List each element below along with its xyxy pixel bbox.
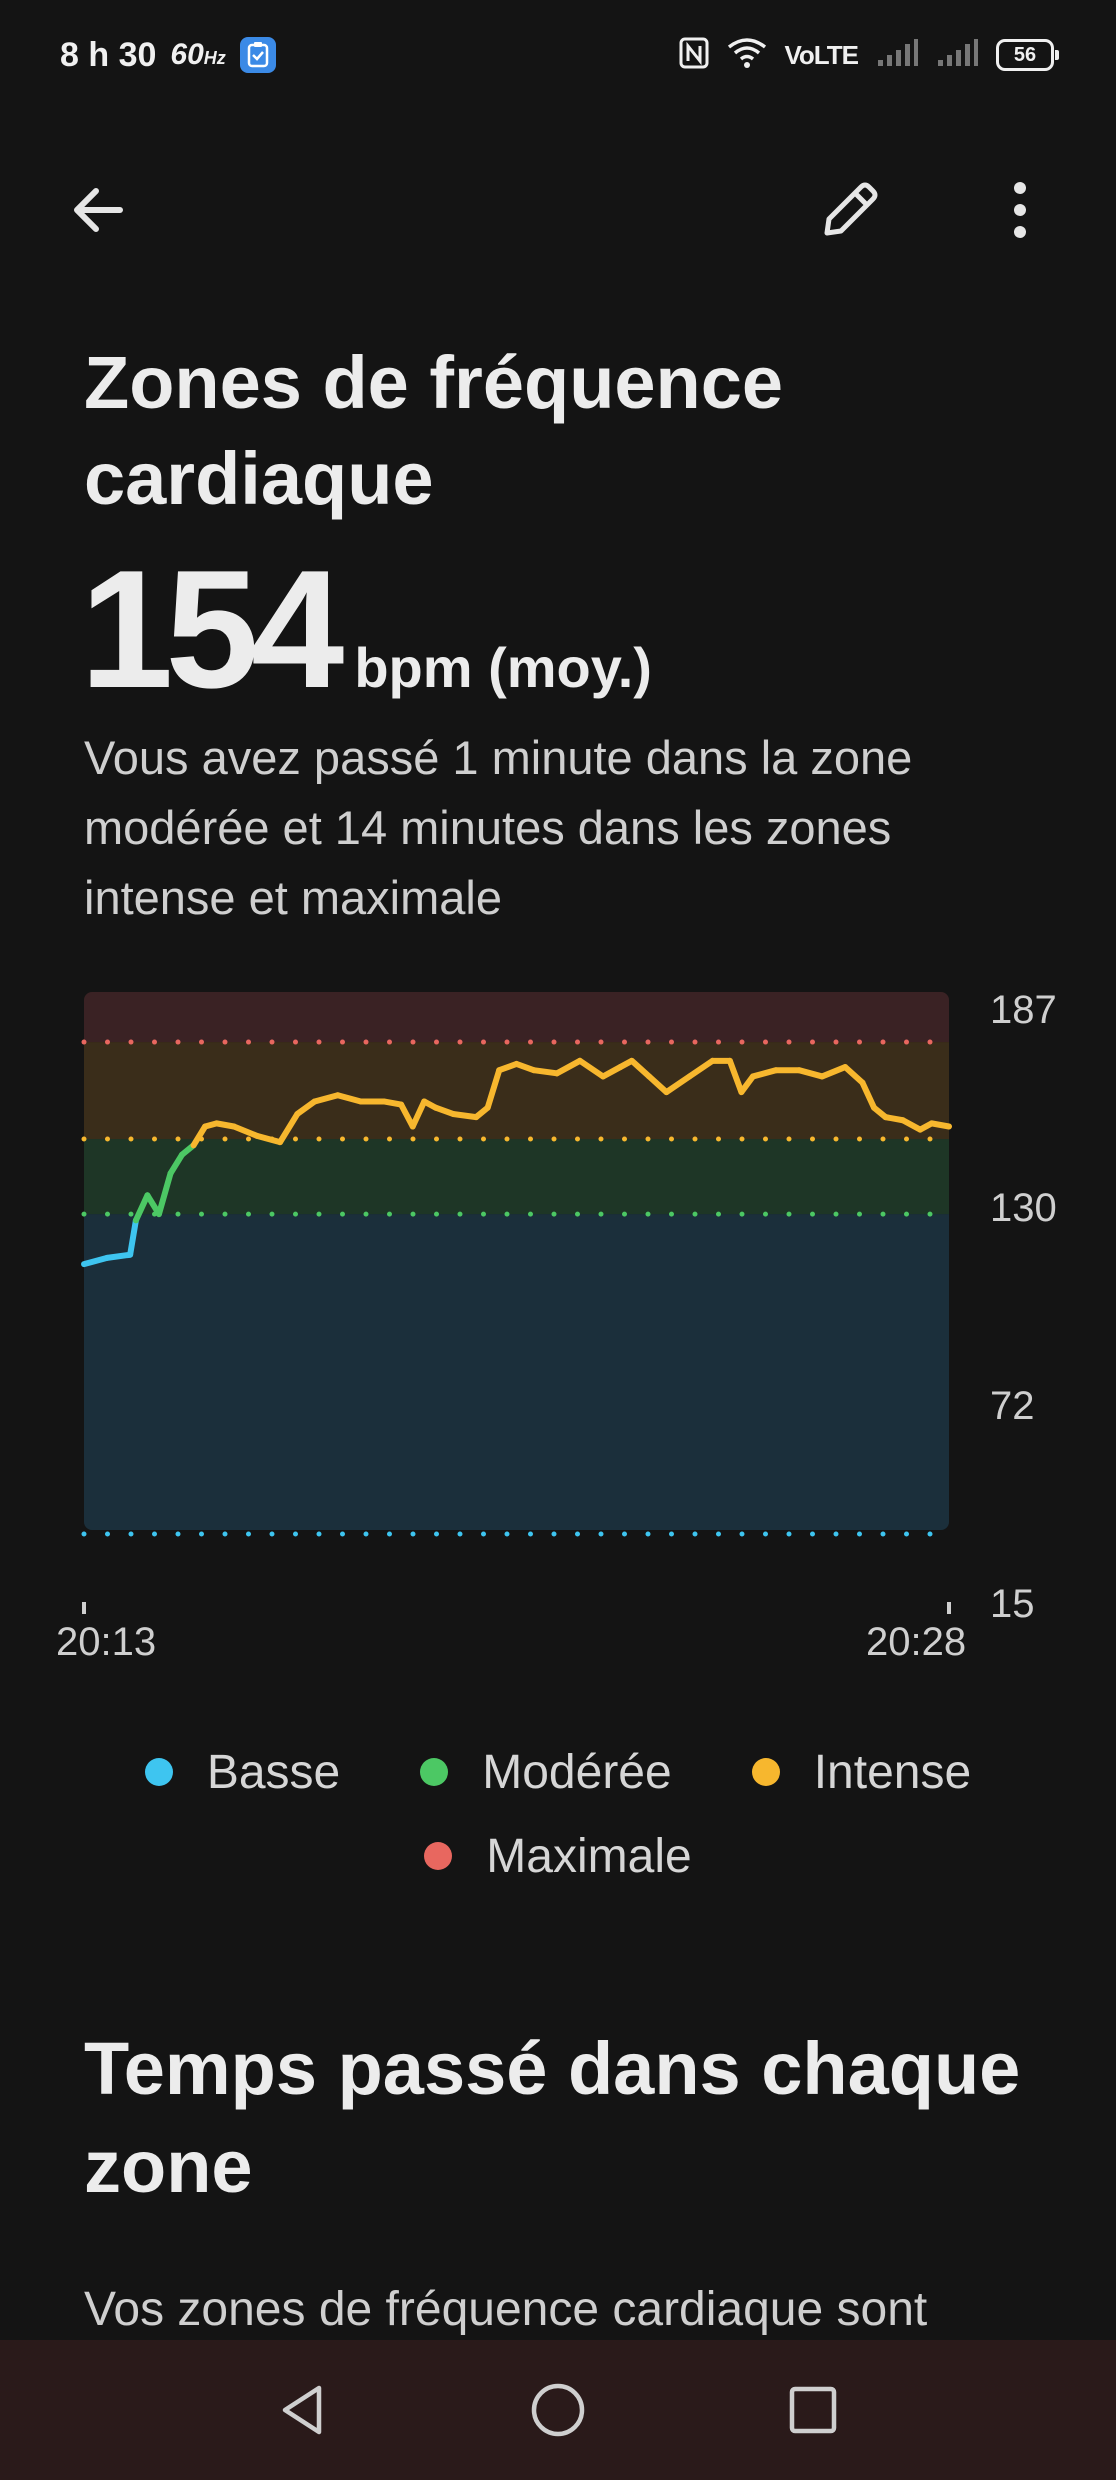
- refresh-rate-unit: Hz: [203, 48, 226, 68]
- average-bpm: 154 bpm (moy.): [80, 545, 652, 713]
- legend-label-maximale: Maximale: [486, 1829, 692, 1883]
- x-tick-label: 20:28: [866, 1620, 967, 1664]
- legend-dot-moderee: [420, 1758, 449, 1786]
- zone-band-maximale: [84, 992, 949, 1043]
- y-tick-label: 15: [990, 1582, 1035, 1626]
- status-bar: 8 h 30 60Hz VoLTE 56: [0, 0, 1116, 110]
- legend-item-maximale: Maximale: [424, 1829, 692, 1884]
- signal-icon-1: [876, 38, 918, 73]
- volte-indicator: VoLTE: [784, 39, 859, 70]
- legend-item-moderee: Modérée: [420, 1745, 672, 1800]
- hr-line-segment: [928, 1120, 952, 1130]
- legend-dot-basse: [144, 1758, 173, 1786]
- more-vertical-icon: [1014, 182, 1026, 238]
- legend-item-intense: Intense: [751, 1745, 972, 1800]
- refresh-rate-value: 60: [170, 38, 204, 71]
- more-options-button[interactable]: [975, 165, 1065, 255]
- nav-back-icon: [282, 2385, 321, 2435]
- screen: 8 h 30 60Hz VoLTE 56 Zones de fréquence …: [0, 0, 1116, 2480]
- app-notification-icon: [239, 37, 276, 73]
- status-right: VoLTE 56: [679, 37, 1059, 74]
- time-in-zone-title: Temps passé dans chaque zone: [84, 2027, 1021, 2208]
- nav-recents-icon: [790, 2386, 837, 2434]
- chart-plot: [81, 992, 952, 1614]
- zone-band-basse: [84, 1214, 949, 1530]
- time-in-zone-text: Vos zones de fréquence cardiaque sont: [84, 2283, 928, 2336]
- page-title: Zones de fréquence cardiaque: [84, 341, 784, 520]
- x-tick-label: 20:13: [56, 1620, 157, 1664]
- legend-item-basse: Basse: [144, 1745, 341, 1800]
- legend-label-basse: Basse: [206, 1745, 341, 1799]
- pencil-icon: [824, 182, 878, 236]
- y-tick-label: 187: [990, 988, 1057, 1032]
- hr-line-segment: [530, 1067, 560, 1077]
- hr-line-segment: [104, 1251, 134, 1261]
- bpm-value: 154: [80, 535, 344, 723]
- status-left: 8 h 30 60Hz: [60, 36, 276, 75]
- legend-row-1: Basse Modérée Intense: [0, 1730, 1116, 1814]
- battery-indicator: 56: [996, 39, 1059, 71]
- legend-dot-intense: [751, 1758, 780, 1786]
- chart-legend: Basse Modérée Intense Maximale: [0, 1730, 1116, 1898]
- bpm-unit: bpm (moy.): [354, 636, 652, 699]
- wifi-icon: [727, 37, 767, 74]
- back-button[interactable]: [53, 165, 143, 255]
- nav-recents-button[interactable]: [773, 2370, 853, 2450]
- legend-label-intense: Intense: [813, 1745, 972, 1799]
- nav-home-icon: [531, 2383, 585, 2437]
- edit-button[interactable]: [805, 165, 895, 255]
- hr-line-segment: [450, 1110, 480, 1121]
- nav-home-button[interactable]: [518, 2370, 598, 2450]
- system-nav-bar: [0, 2340, 1116, 2480]
- zone-summary-text: Vous avez passé 1 minute dans la zone mo…: [84, 731, 913, 924]
- y-tick-label: 130: [990, 1186, 1057, 1230]
- status-time: 8 h 30: [60, 35, 157, 74]
- nfc-icon: [679, 37, 709, 74]
- signal-icon-2: [936, 38, 978, 73]
- heart-rate-chart: 187 130 72 15 20:13 20:28: [0, 960, 1116, 1680]
- nav-back-button[interactable]: [263, 2370, 343, 2450]
- legend-row-2: Maximale: [0, 1814, 1116, 1898]
- zone-band-modérée: [84, 1139, 949, 1215]
- legend-dot-maximale: [424, 1842, 453, 1870]
- refresh-rate: 60Hz: [170, 38, 225, 72]
- app-bar: [0, 160, 1116, 260]
- y-tick-label: 72: [990, 1384, 1035, 1428]
- legend-label-moderee: Modérée: [482, 1745, 672, 1799]
- arrow-left-icon: [74, 188, 123, 232]
